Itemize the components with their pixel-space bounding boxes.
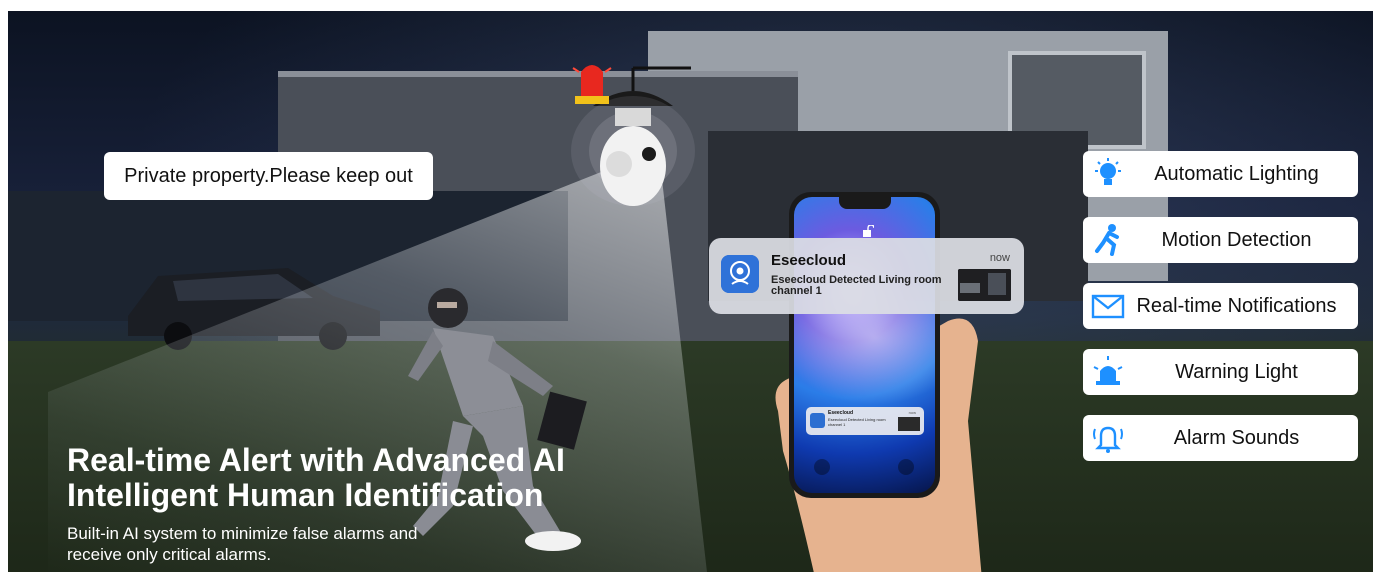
unlock-icon xyxy=(863,225,874,237)
mini-message: Eseecloud Detected Living room channel 1 xyxy=(828,417,886,427)
top-caption-strip xyxy=(0,0,1381,10)
siren-light-icon xyxy=(1093,356,1123,385)
phone-notch xyxy=(839,197,891,209)
feature-label: Automatic Lighting xyxy=(1154,162,1319,185)
mini-app-icon xyxy=(810,413,825,428)
subheadline-line-2: receive only critical alarms. xyxy=(67,545,272,564)
headline: Real-time Alert with Advanced AI Intelli… xyxy=(67,443,687,513)
subheadline-line-1: Built-in AI system to minimize false ala… xyxy=(67,524,418,543)
lightbulb-icon xyxy=(1095,158,1121,185)
feature-warning-light: Warning Light xyxy=(1083,349,1358,395)
feature-label: Motion Detection xyxy=(1161,228,1312,251)
eseecloud-app-icon xyxy=(721,255,759,293)
headline-line-2: Intelligent Human Identification xyxy=(67,477,544,513)
running-person-icon xyxy=(1095,224,1119,256)
product-banner: Private property.Please keep out Eseeclo… xyxy=(8,11,1373,572)
subheadline: Built-in AI system to minimize false ala… xyxy=(67,523,527,565)
siren-light-image xyxy=(572,65,612,104)
feature-automatic-lighting: Automatic Lighting xyxy=(1083,151,1358,197)
feature-label: Alarm Sounds xyxy=(1173,426,1300,449)
feature-label: Warning Light xyxy=(1175,360,1298,383)
headline-line-1: Real-time Alert with Advanced AI xyxy=(67,442,565,478)
warning-sign: Private property.Please keep out xyxy=(104,152,433,200)
warning-sign-text: Private property.Please keep out xyxy=(124,164,413,187)
alarm-bell-icon xyxy=(1093,426,1123,453)
notification-time: now xyxy=(989,252,1010,264)
mini-notification-card[interactable]: Eseecloud Eseecloud Detected Living room… xyxy=(806,407,924,435)
envelope-icon xyxy=(1091,294,1125,319)
feature-label: Real-time Notifications xyxy=(1136,294,1337,317)
feature-alarm-sounds: Alarm Sounds xyxy=(1083,415,1358,461)
mini-time: now xyxy=(908,410,916,415)
notification-thumbnail xyxy=(958,269,1011,301)
notification-card[interactable]: Eseecloud Eseecloud Detected Living room… xyxy=(709,238,1024,314)
mini-thumbnail xyxy=(898,417,920,431)
notification-app-name: Eseecloud xyxy=(771,252,847,269)
intruder-image xyxy=(408,288,587,551)
camera-icon[interactable] xyxy=(898,459,914,475)
feature-real-time-notifications: Real-time Notifications xyxy=(1083,283,1358,329)
feature-motion-detection: Motion Detection xyxy=(1083,217,1358,263)
flashlight-icon[interactable] xyxy=(814,459,830,475)
notification-message: Eseecloud Detected Living room channel 1 xyxy=(771,274,942,297)
mini-app-name: Eseecloud xyxy=(828,410,854,416)
